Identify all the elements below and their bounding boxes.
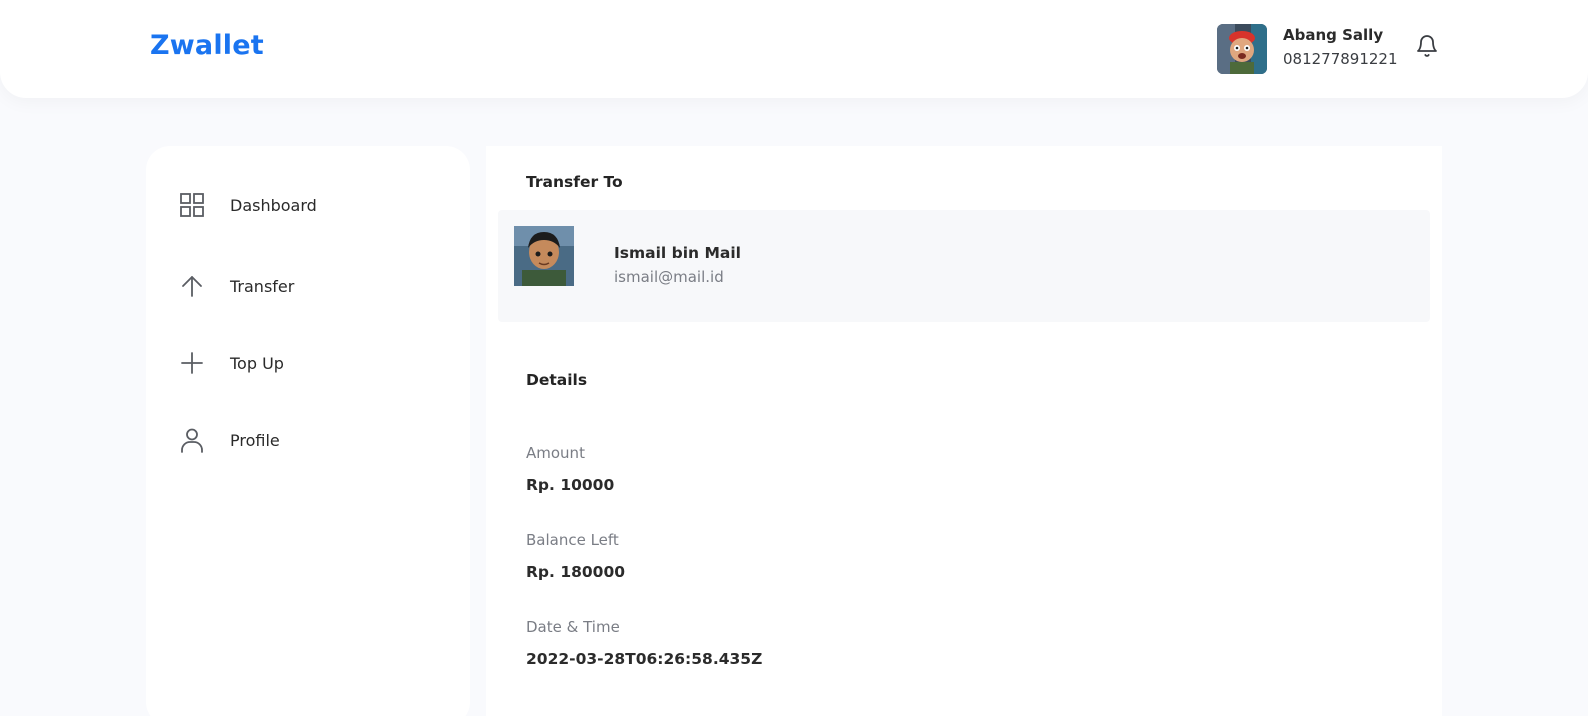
user-name: Abang Sally <box>1283 26 1384 44</box>
sidebar-item-label: Dashboard <box>230 195 317 215</box>
recipient-card: Ismail bin Mail ismail@mail.id <box>498 210 1430 322</box>
transfer-to-title: Transfer To <box>526 173 623 191</box>
recipient-name: Ismail bin Mail <box>614 244 741 262</box>
sidebar-item-top-up[interactable]: Top Up <box>178 343 438 383</box>
sidebar: Dashboard Transfer Top Up Profile <box>146 146 470 716</box>
grid-icon <box>178 191 206 219</box>
balance-left-label: Balance Left <box>526 531 619 549</box>
sidebar-item-label: Transfer <box>230 276 295 296</box>
top-header: Zwallet Abang Sally 081277891221 <box>0 0 1588 98</box>
amount-label: Amount <box>526 444 585 462</box>
brand-logo[interactable]: Zwallet <box>150 30 264 61</box>
plus-icon <box>178 349 206 377</box>
sidebar-item-transfer[interactable]: Transfer <box>178 266 438 306</box>
recipient-avatar <box>514 226 574 286</box>
date-time-label: Date & Time <box>526 618 620 636</box>
arrow-up-icon <box>178 272 206 300</box>
bell-icon[interactable] <box>1414 32 1440 60</box>
user-phone: 081277891221 <box>1283 50 1398 68</box>
details-title: Details <box>526 371 588 389</box>
date-time-value: 2022-03-28T06:26:58.435Z <box>526 650 763 668</box>
user-icon <box>178 426 206 454</box>
balance-left-value: Rp. 180000 <box>526 563 626 581</box>
recipient-email: ismail@mail.id <box>614 268 724 286</box>
transfer-confirmation-panel: Transfer To Ismail bin Mail ismail@mail.… <box>486 146 1442 716</box>
amount-value: Rp. 10000 <box>526 476 615 494</box>
sidebar-item-dashboard[interactable]: Dashboard <box>178 185 438 225</box>
sidebar-item-label: Top Up <box>230 353 284 373</box>
sidebar-item-label: Profile <box>230 430 280 450</box>
user-avatar[interactable] <box>1217 24 1267 74</box>
sidebar-item-profile[interactable]: Profile <box>178 420 438 460</box>
